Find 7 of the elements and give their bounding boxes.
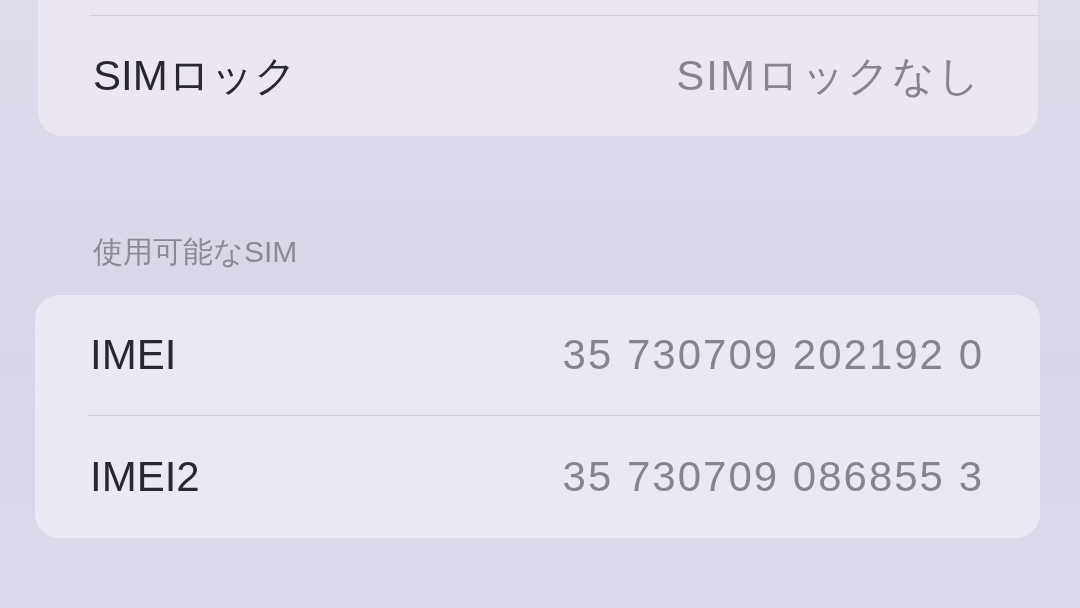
section-header: 使用可能なSIM (93, 234, 298, 270)
row-value: 35 730709 202192 0 (562, 331, 984, 379)
row-value: SIMロックなし (676, 51, 982, 101)
row-label: IMEI2 (90, 453, 200, 501)
row-value: 35 730709 086855 3 (562, 453, 984, 501)
row-label: IMEI (90, 331, 177, 379)
row-label: SIMロック (93, 51, 297, 101)
